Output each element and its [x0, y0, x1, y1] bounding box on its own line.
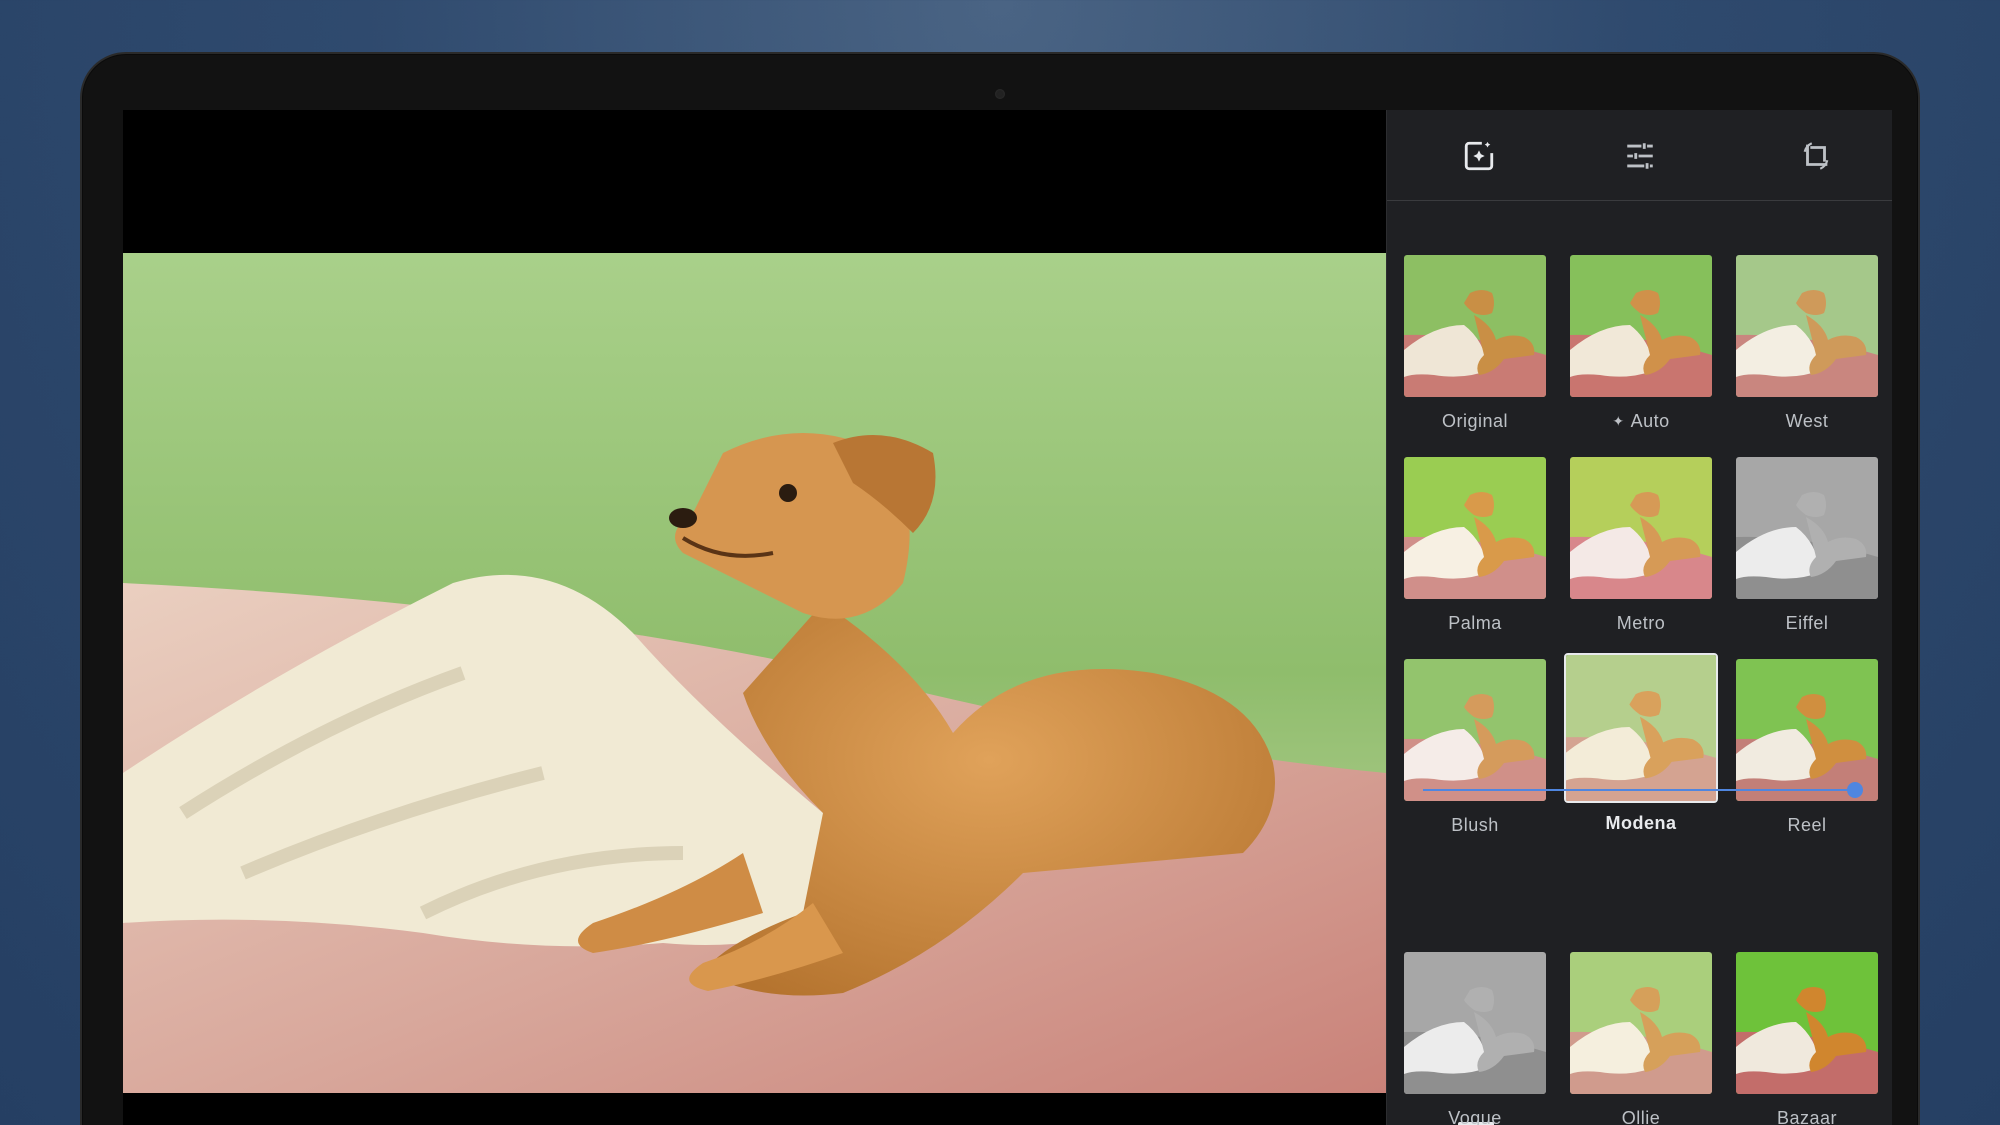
- filter-label: West: [1785, 411, 1829, 431]
- filter-eiffel[interactable]: Eiffel: [1736, 457, 1878, 634]
- filter-original[interactable]: Original: [1404, 255, 1546, 432]
- filter-thumbnail: [1570, 255, 1712, 397]
- webcam: [995, 89, 1005, 99]
- filter-thumbnail: [1736, 457, 1878, 599]
- filter-label: Metro: [1616, 613, 1666, 633]
- photo-preview[interactable]: [123, 253, 1386, 1093]
- filter-blush[interactable]: Blush: [1404, 659, 1546, 836]
- tab-bar: [1387, 110, 1892, 201]
- filter-modena[interactable]: Modena: [1564, 653, 1718, 834]
- filter-bazaar[interactable]: Bazaar: [1736, 952, 1878, 1125]
- tab-crop[interactable]: [1771, 110, 1861, 201]
- filter-metro[interactable]: Metro: [1570, 457, 1712, 634]
- filter-label: Ollie: [1621, 1108, 1661, 1125]
- filter-vogue[interactable]: Vogue: [1404, 952, 1546, 1125]
- sliders-icon: [1627, 142, 1653, 169]
- photo-sparkle-icon: [1464, 141, 1494, 170]
- filter-label: Modena: [1605, 813, 1677, 833]
- filter-thumbnail: [1404, 457, 1546, 599]
- filter-label: Palma: [1448, 613, 1502, 633]
- filter-label: Blush: [1451, 815, 1499, 835]
- filter-west[interactable]: West: [1736, 255, 1878, 432]
- filter-reel[interactable]: Reel: [1736, 659, 1878, 836]
- filter-ollie[interactable]: Ollie: [1570, 952, 1712, 1125]
- intensity-slider[interactable]: [1423, 780, 1863, 800]
- filter-label: Reel: [1787, 815, 1827, 835]
- slider-track: [1423, 789, 1855, 791]
- filter-thumbnail: [1736, 952, 1878, 1094]
- filter-label: Original: [1441, 411, 1509, 431]
- slider-thumb[interactable]: [1847, 782, 1863, 798]
- filter-thumbnail: [1736, 255, 1878, 397]
- filter-thumbnail: [1404, 255, 1546, 397]
- crop-rotate-icon: [1803, 141, 1829, 170]
- filter-auto[interactable]: ✦ Auto: [1570, 255, 1712, 432]
- filter-label: ✦ Auto: [1612, 411, 1670, 431]
- filter-label: Bazaar: [1776, 1108, 1838, 1125]
- filter-label: Vogue: [1448, 1108, 1502, 1125]
- filter-palma[interactable]: Palma: [1404, 457, 1546, 634]
- filter-label: Eiffel: [1785, 613, 1829, 633]
- tab-filters[interactable]: [1434, 110, 1524, 201]
- sparkle-icon: ✦: [1612, 413, 1625, 429]
- filter-thumbnail: [1570, 952, 1712, 1094]
- filter-thumbnail: [1404, 952, 1546, 1094]
- filter-thumbnail: [1570, 457, 1712, 599]
- tab-adjust[interactable]: [1595, 110, 1685, 201]
